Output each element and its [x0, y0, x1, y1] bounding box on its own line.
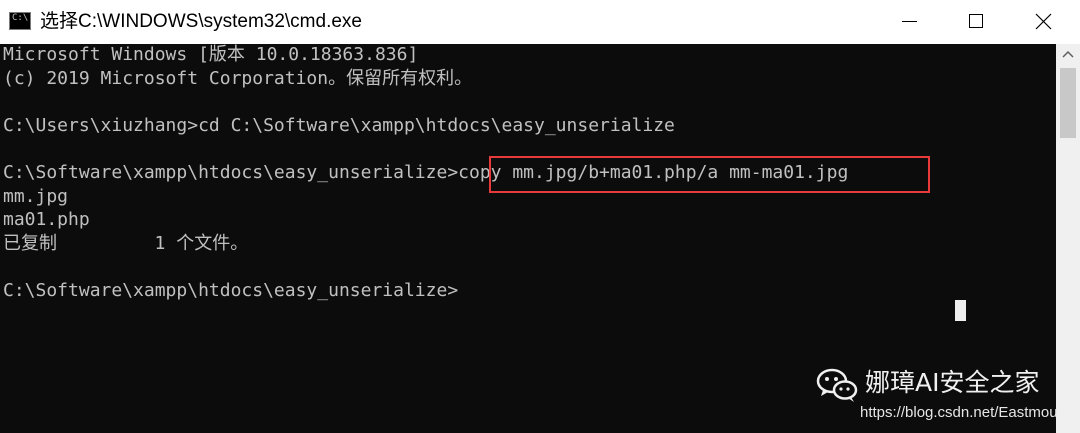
scrollbar-thumb[interactable] — [1060, 68, 1076, 138]
console-line: Microsoft Windows [版本 10.0.18363.836] — [3, 44, 419, 65]
text-cursor — [955, 300, 966, 321]
watermark-url: https://blog.csdn.net/Eastmou — [860, 404, 1058, 421]
console-line: (c) 2019 Microsoft Corporation。保留所有权利。 — [3, 67, 473, 89]
wechat-icon — [816, 368, 858, 402]
cmd-icon-text: C:\ — [12, 13, 29, 23]
watermark-brand: 娜璋AI安全之家 — [865, 368, 1040, 397]
minimize-icon — [902, 21, 917, 22]
maximize-icon — [969, 14, 983, 28]
console-line: mm.jpg — [3, 185, 69, 207]
watermark: 娜璋AI安全之家 https://blog.csdn.net/Eastmou — [815, 366, 1075, 426]
maximize-button[interactable] — [940, 0, 1013, 44]
console-line: C:\Users\xiuzhang>cd C:\Software\xampp\h… — [3, 115, 675, 136]
console-line: C:\Software\xampp\htdocs\easy_unserializ… — [3, 279, 459, 301]
close-button[interactable] — [1007, 0, 1080, 44]
minimize-button[interactable] — [873, 0, 946, 44]
title-bar[interactable]: C:\ 选择C:\WINDOWS\system32\cmd.exe — [0, 0, 1080, 44]
cmd-app-icon[interactable]: C:\ — [9, 12, 31, 30]
console-line: 已复制 1 个文件。 — [3, 232, 249, 254]
window-title: 选择C:\WINDOWS\system32\cmd.exe — [40, 11, 362, 32]
close-icon — [1035, 13, 1052, 30]
scroll-up-arrow-icon[interactable] — [1056, 44, 1080, 66]
console-line: ma01.php — [3, 209, 90, 230]
command-highlight-box — [489, 156, 930, 193]
